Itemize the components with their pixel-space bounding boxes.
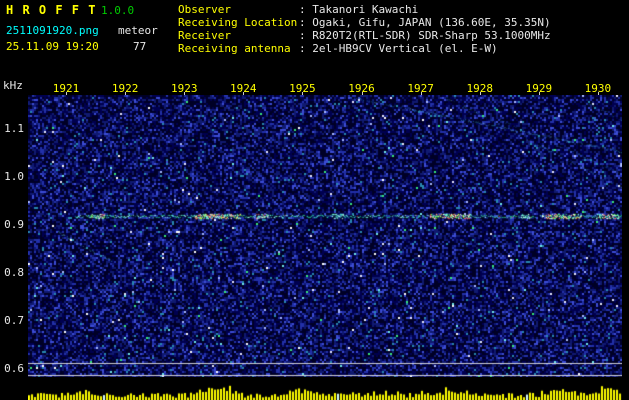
y-axis-label: 0.6 — [4, 362, 24, 375]
app-title: H R O F F T — [6, 3, 97, 17]
info-label: Receiving Location — [178, 16, 298, 29]
y-axis-label: 0.9 — [4, 218, 24, 231]
info-value: : 2el-HB9CV Vertical (el. E-W) — [299, 42, 498, 55]
info-label: Receiver — [178, 29, 231, 42]
y-axis-label: 0.8 — [4, 266, 24, 279]
station-info: Observer : Takanori Kawachi Receiving Loca… — [178, 3, 551, 55]
y-axis-label: 1.0 — [4, 170, 24, 183]
output-filename: 2511091920.png — [6, 24, 99, 37]
info-label: Receiving antenna — [178, 42, 291, 55]
y-axis-label: 1.1 — [4, 122, 24, 135]
info-value: : R820T2(RTL-SDR) SDR-Sharp 53.1000MHz — [299, 29, 551, 42]
echo-count: 77 — [133, 40, 147, 53]
info-row: Receiving Location: Ogaki, Gifu, JAPAN (… — [178, 16, 551, 29]
y-axis-unit: kHz — [3, 79, 23, 92]
mode-label: meteor — [118, 24, 158, 37]
hrofft-screenshot: H R O F F T 1.0.0 2511091920.png meteor … — [0, 0, 629, 400]
info-value: : Ogaki, Gifu, JAPAN (136.60E, 35.35N) — [299, 16, 551, 29]
info-row: Receiver : R820T2(RTL-SDR) SDR-Sharp 53.1… — [178, 29, 551, 42]
info-row: Receiving antenna : 2el-HB9CV Vertical (e… — [178, 42, 551, 55]
noise-level-bars-canvas — [28, 377, 622, 400]
info-value: : Takanori Kawachi — [299, 3, 419, 16]
y-axis-label: 0.7 — [4, 314, 24, 327]
app-version: 1.0.0 — [101, 4, 135, 17]
spectrogram-canvas — [28, 95, 622, 378]
info-label: Observer — [178, 3, 231, 16]
observation-datetime: 25.11.09 19:20 — [6, 40, 99, 53]
info-row: Observer : Takanori Kawachi — [178, 3, 551, 16]
